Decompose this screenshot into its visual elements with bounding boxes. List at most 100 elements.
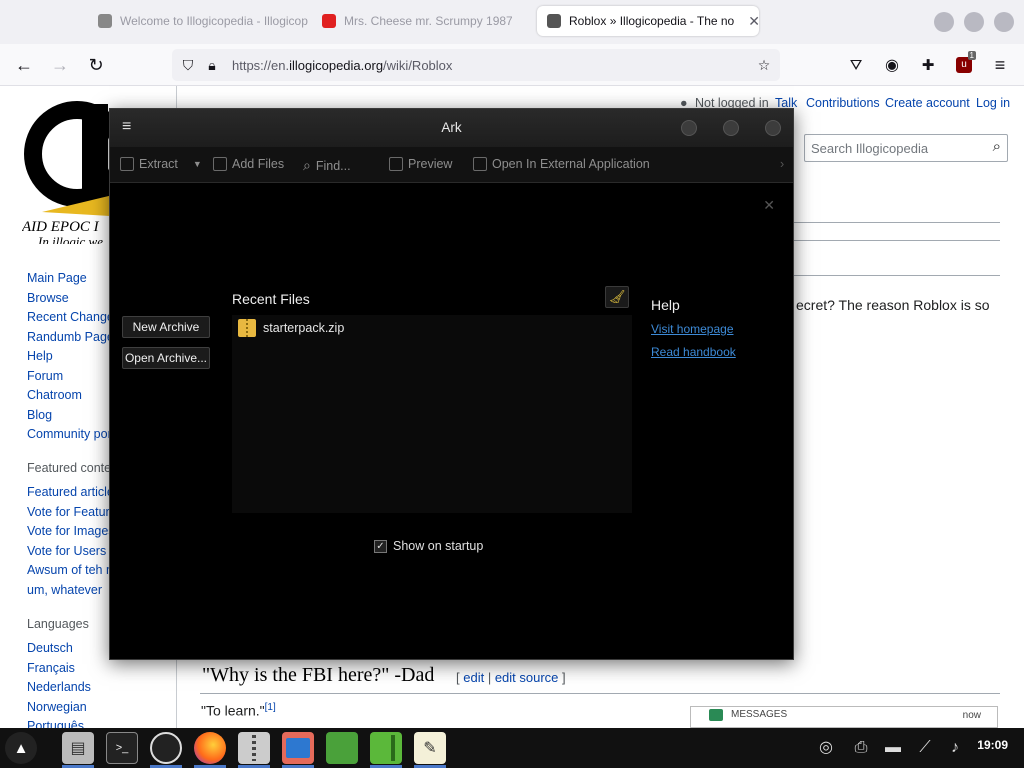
search-icon[interactable]: ⌕ <box>993 138 1001 155</box>
contributions-link[interactable]: Contributions <box>806 96 880 110</box>
log-in-link[interactable]: Log in <box>976 96 1010 110</box>
text-editor-icon[interactable]: ✎ <box>414 732 446 764</box>
close-tab-icon[interactable]: ✕ <box>748 13 759 30</box>
lock-icon[interactable]: 🔒︎ <box>200 57 224 74</box>
language-norwegian[interactable]: Norwegian <box>27 700 87 714</box>
file-manager-icon[interactable]: ▤ <box>62 732 94 764</box>
footnote-link[interactable]: [1] <box>265 702 276 713</box>
clock[interactable]: 19:09 <box>977 738 1008 752</box>
sidebar-item-help[interactable]: Help <box>27 349 53 363</box>
obs-tray-icon[interactable]: ◎ <box>815 737 837 759</box>
new-archive-button[interactable]: New Archive <box>122 316 210 338</box>
bookmark-star-icon[interactable]: ☆ <box>752 57 776 74</box>
featured-heading: Featured content <box>27 461 122 475</box>
visit-homepage-link[interactable]: Visit homepage <box>651 322 734 336</box>
read-handbook-link[interactable]: Read handbook <box>651 345 736 359</box>
messages-icon <box>709 709 723 721</box>
ublock-icon[interactable]: u 1 <box>952 51 976 77</box>
firefox-icon[interactable] <box>194 732 226 764</box>
svg-text:In illogic we: In illogic we <box>37 234 103 244</box>
close-icon[interactable]: ✕ <box>763 197 775 214</box>
find-label: Find... <box>315 158 351 173</box>
edit-links: [ edit | edit source ] <box>456 670 566 685</box>
tab-youtube[interactable]: Mrs. Cheese mr. Scrumpy 1987 - YouTube <box>322 6 512 36</box>
tab-label: Welcome to Illogicopedia - Illogicopedia <box>120 14 308 28</box>
find-button[interactable]: ⌕ Find... <box>303 157 351 174</box>
sidebar-item-forum[interactable]: Forum <box>27 369 63 383</box>
reload-icon[interactable]: ↻ <box>84 53 108 77</box>
green-folder-icon[interactable] <box>326 732 358 764</box>
add-files-button[interactable]: Add Files <box>213 157 284 171</box>
sidebar-item-browse[interactable]: Browse <box>27 291 69 305</box>
url-text[interactable]: https://en.illogicopedia.org/wiki/Roblox <box>232 58 452 73</box>
clear-recent-broom-icon[interactable]: 🧹︎ <box>605 286 629 308</box>
sidebar-item-um-whatever[interactable]: um, whatever <box>27 583 102 597</box>
preview-button[interactable]: Preview <box>389 157 452 171</box>
language-nederlands[interactable]: Nederlands <box>27 680 91 694</box>
ark-toolbar: Extract ▼ Add Files ⌕ Find... Preview Op… <box>110 147 793 183</box>
browser-nav-bar: ← → ↻ ⛉ 🔒︎ https://en.illogicopedia.org/… <box>0 44 1024 86</box>
network-icon[interactable]: ⟋ <box>914 737 936 759</box>
add-files-icon <box>213 157 227 171</box>
printer-icon[interactable]: ⎙ <box>850 737 872 759</box>
wiki-search-input[interactable]: Search Illogicopedia ⌕ <box>804 134 1008 162</box>
ark-titlebar[interactable]: ≡ Ark <box>110 109 793 147</box>
show-on-startup-checkbox[interactable]: ✓ Show on startup <box>374 539 483 553</box>
shield-icon[interactable]: ⛉ <box>176 57 200 74</box>
language-portugues[interactable]: Português <box>27 719 84 728</box>
sidebar-item-main-page[interactable]: Main Page <box>27 271 87 285</box>
illogicopedia-favicon-icon <box>547 14 561 28</box>
open-external-icon <box>473 157 487 171</box>
edit-link[interactable]: edit <box>463 670 484 685</box>
keyboard-icon[interactable]: ▬ <box>882 737 904 759</box>
tab-roblox[interactable]: Roblox » Illogicopedia - The no ✕ <box>537 6 759 36</box>
extract-icon <box>120 157 134 171</box>
create-account-link[interactable]: Create account <box>885 96 970 110</box>
show-on-startup-label: Show on startup <box>393 539 484 553</box>
archive-icon[interactable] <box>238 732 270 764</box>
notes-icon[interactable] <box>370 732 402 764</box>
recent-files-title: Recent Files <box>232 291 310 307</box>
terminal-icon[interactable]: >_ <box>106 732 138 764</box>
maximize-window-button[interactable] <box>964 12 984 32</box>
close-window-button[interactable] <box>994 12 1014 32</box>
language-francais[interactable]: Français <box>27 661 75 675</box>
divider <box>794 275 1000 276</box>
folder-icon[interactable] <box>282 732 314 764</box>
edit-source-link[interactable]: edit source <box>495 670 559 685</box>
chevron-down-icon[interactable]: ▼ <box>193 159 202 169</box>
minimize-button[interactable] <box>681 120 697 136</box>
sidebar-item-random-page[interactable]: Randumb Page <box>27 330 114 344</box>
volume-icon[interactable]: ♪ <box>944 737 966 759</box>
list-item[interactable]: starterpack.zip <box>238 319 344 337</box>
launcher-icon[interactable]: ▲ <box>5 732 37 764</box>
forward-arrow-icon[interactable]: → <box>48 53 72 77</box>
open-external-button[interactable]: Open In External Application <box>473 157 650 171</box>
sidebar-item-featured-articles[interactable]: Featured articles <box>27 485 120 499</box>
url-bar[interactable]: ⛉ 🔒︎ https://en.illogicopedia.org/wiki/R… <box>172 49 780 81</box>
sidebar-item-vote-images[interactable]: Vote for Images <box>27 524 115 538</box>
checkbox-checked-icon[interactable]: ✓ <box>374 539 387 553</box>
extensions-icon[interactable]: ✚ <box>916 53 940 77</box>
hamburger-menu-icon[interactable]: ≡ <box>988 53 1012 77</box>
tab-welcome[interactable]: Welcome to Illogicopedia - Illogicopedia <box>98 6 308 36</box>
maximize-button[interactable] <box>723 120 739 136</box>
sidebar-item-chatroom[interactable]: Chatroom <box>27 388 82 402</box>
sidebar-item-blog[interactable]: Blog <box>27 408 52 422</box>
overflow-chevron-icon[interactable]: › <box>780 157 784 171</box>
back-arrow-icon[interactable]: ← <box>12 53 36 77</box>
open-archive-button[interactable]: Open Archive... <box>122 347 210 369</box>
language-deutsch[interactable]: Deutsch <box>27 641 73 655</box>
obs-icon[interactable] <box>150 732 182 764</box>
sidebar-item-recent-changes[interactable]: Recent Changes <box>27 310 120 324</box>
sidebar-item-vote-users[interactable]: Vote for Users <box>27 544 106 558</box>
extract-button[interactable]: Extract ▼ <box>120 157 202 171</box>
quote-body: "To learn." <box>201 702 265 719</box>
minimize-window-button[interactable] <box>934 12 954 32</box>
account-icon[interactable]: ◉ <box>880 53 904 77</box>
magnifier-icon: ⌕ <box>303 157 311 173</box>
tab-label: Roblox » Illogicopedia - The no <box>569 14 735 28</box>
messages-notification[interactable]: MESSAGES now <box>690 706 998 728</box>
close-button[interactable] <box>765 120 781 136</box>
pocket-icon[interactable]: ⛛ <box>844 53 868 77</box>
